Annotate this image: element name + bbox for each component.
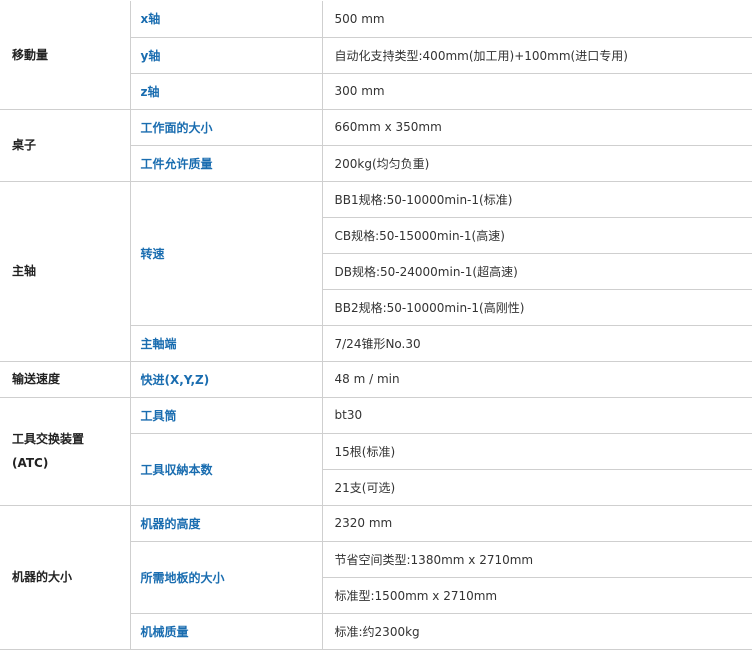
table-row: 机器的大小 机器的高度 2320 mm: [0, 505, 752, 650]
value-spindle-end: 7/24锥形No.30: [322, 325, 752, 362]
category-machine-size: 机器的大小: [0, 505, 131, 650]
label-table-load: 工件允许质量: [130, 145, 323, 182]
value-spindle-speed-db: DB规格:50-24000min-1(超高速): [322, 253, 752, 290]
value-spindle-speed-bb2: BB2规格:50-10000min-1(高刚性): [322, 289, 752, 326]
category-movement: 移動量: [0, 1, 131, 110]
value-rapid-feed: 48 m / min: [322, 361, 752, 398]
label-z-axis: z轴: [130, 73, 323, 110]
table-row: 移動量 x轴 500 mm: [0, 1, 752, 110]
table-row: 桌子 工作面的大小 660mm x 350mm: [0, 109, 752, 182]
spec-table: 移動量 x轴 500 mm y轴 自动化支持类型:400mm(加工用)+100m…: [0, 1, 752, 650]
category-feed: 输送速度: [0, 361, 131, 398]
value-floor-space-standard: 标准型:1500mm x 2710mm: [322, 577, 752, 614]
label-tool-shank: 工具筒: [130, 397, 323, 434]
value-tool-capacity-optional: 21支(可选): [322, 469, 752, 506]
category-atc-line2: (ATC): [12, 456, 49, 470]
value-z-axis: 300 mm: [322, 73, 752, 110]
value-table-load: 200kg(均匀负重): [322, 145, 752, 182]
label-spindle-speed: 转速: [130, 181, 323, 326]
value-machine-mass: 标准:约2300kg: [322, 613, 752, 650]
label-rapid-feed: 快进(X,Y,Z): [130, 361, 323, 398]
table-row: 工具交换装置 (ATC) 工具筒 bt30: [0, 397, 752, 506]
value-y-axis: 自动化支持类型:400mm(加工用)+100mm(进口专用): [322, 37, 752, 74]
category-atc-line1: 工具交换装置: [12, 432, 85, 446]
value-tool-shank: bt30: [322, 397, 752, 434]
category-spindle: 主轴: [0, 181, 131, 362]
category-table: 桌子: [0, 109, 131, 182]
label-spindle-end: 主軸端: [130, 325, 323, 362]
label-machine-height: 机器的高度: [130, 505, 323, 542]
label-y-axis: y轴: [130, 37, 323, 74]
label-tool-capacity: 工具収納本数: [130, 433, 323, 506]
category-atc: 工具交换装置 (ATC): [0, 397, 131, 506]
label-machine-mass: 机械质量: [130, 613, 323, 650]
value-table-size: 660mm x 350mm: [322, 109, 752, 146]
label-x-axis: x轴: [130, 1, 323, 38]
label-table-size: 工作面的大小: [130, 109, 323, 146]
value-x-axis: 500 mm: [322, 1, 752, 38]
table-row: 输送速度 快进(X,Y,Z) 48 m / min: [0, 361, 752, 398]
table-row: 主轴 转速 BB1规格:50-10000min-1(标准): [0, 181, 752, 362]
value-machine-height: 2320 mm: [322, 505, 752, 542]
value-spindle-speed-bb1: BB1规格:50-10000min-1(标准): [322, 181, 752, 218]
value-tool-capacity-standard: 15根(标准): [322, 433, 752, 470]
label-floor-space: 所需地板的大小: [130, 541, 323, 614]
value-spindle-speed-cb: CB规格:50-15000min-1(高速): [322, 217, 752, 254]
value-floor-space-compact: 节省空间类型:1380mm x 2710mm: [322, 541, 752, 578]
